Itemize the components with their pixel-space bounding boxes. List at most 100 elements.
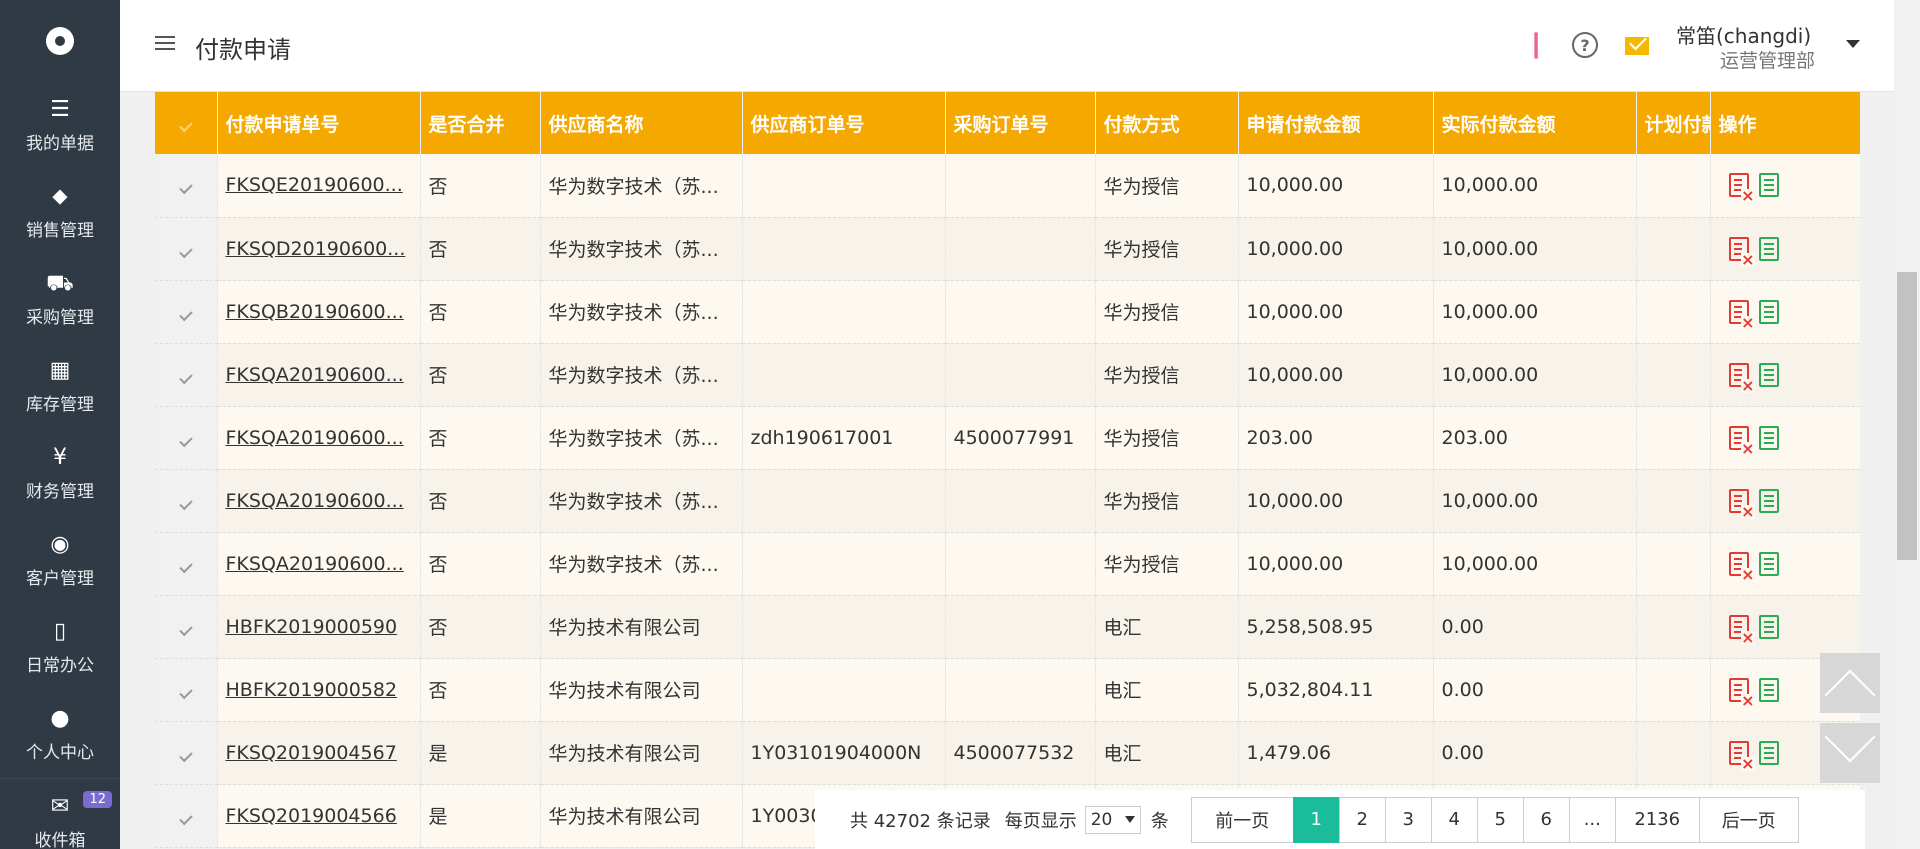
row-checkbox[interactable] (155, 343, 218, 407)
row-checkbox[interactable] (155, 217, 218, 281)
request-number-text[interactable]: FKSQA20190600... (226, 364, 404, 386)
request-number-text[interactable]: HBFK2019000590 (226, 616, 398, 638)
row-actions (1710, 595, 1860, 659)
delete-document-icon[interactable] (1728, 299, 1755, 330)
request-number-text[interactable]: FKSQB20190600... (226, 301, 404, 323)
page-button-...[interactable]: ... (1568, 796, 1615, 843)
delete-document-icon[interactable] (1728, 677, 1755, 708)
request-number-link[interactable]: FKSQA20190600... (217, 406, 421, 470)
sidebar-item-2[interactable]: ⛟ 采购管理 (0, 256, 120, 343)
delete-document-icon[interactable] (1728, 236, 1755, 267)
app-logo[interactable] (0, 0, 120, 82)
delete-document-icon[interactable] (1728, 488, 1755, 519)
row-checkbox[interactable] (155, 595, 218, 659)
row-checkbox[interactable] (155, 280, 218, 344)
page-button-6[interactable]: 6 (1522, 796, 1569, 843)
mail-icon[interactable] (1623, 32, 1651, 60)
voice-wave-icon[interactable]: ┃ (1522, 32, 1550, 60)
request-number-link[interactable]: FKSQD20190600... (217, 217, 421, 281)
request-number-text[interactable]: FKSQD20190600... (226, 238, 406, 260)
request-number-text[interactable]: HBFK2019000582 (226, 679, 398, 701)
row-checkbox[interactable] (155, 469, 218, 533)
request-number-link[interactable]: FKSQA20190600... (217, 343, 421, 407)
sidebar-item-1[interactable]: ⬥ 销售管理 (0, 169, 120, 256)
request-number-link[interactable]: HBFK2019000590 (217, 595, 421, 659)
prev-page-button[interactable]: 前一页 (1190, 796, 1293, 843)
view-document-icon[interactable] (1758, 425, 1779, 450)
view-document-icon[interactable] (1758, 551, 1779, 576)
table-row[interactable]: FKSQA20190600... 否华为数字技术（苏... 华为授信 10,000.0… (155, 532, 1860, 596)
page-button-4[interactable]: 4 (1430, 796, 1477, 843)
request-number-text[interactable]: FKSQE20190600... (226, 174, 403, 196)
table-row[interactable]: FKSQB20190600... 否华为数字技术（苏... 华为授信 10,000.0… (155, 280, 1860, 344)
delete-document-icon[interactable] (1728, 551, 1755, 582)
request-number-text[interactable]: FKSQA20190600... (226, 427, 404, 449)
sidebar-item-7[interactable]: ● 个人中心 (0, 691, 120, 778)
table-cell: 华为数字技术（苏... (540, 217, 743, 281)
delete-document-icon[interactable] (1728, 362, 1755, 393)
view-document-icon[interactable] (1758, 677, 1779, 702)
page-button-3[interactable]: 3 (1384, 796, 1431, 843)
view-document-icon[interactable] (1758, 362, 1779, 387)
scrollbar-thumb[interactable] (1897, 272, 1917, 560)
request-number-link[interactable]: FKSQ2019004566 (217, 784, 421, 848)
row-checkbox[interactable] (155, 721, 218, 785)
page-scrollbar[interactable] (1894, 0, 1920, 849)
request-number-link[interactable]: FKSQE20190600... (217, 154, 421, 218)
request-number-text[interactable]: FKSQ2019004567 (226, 742, 397, 764)
view-document-icon[interactable] (1758, 740, 1779, 765)
page-button-1[interactable]: 1 (1292, 796, 1339, 843)
scroll-to-bottom-button[interactable] (1820, 723, 1880, 783)
request-number-text[interactable]: FKSQA20190600... (226, 553, 404, 575)
table-row[interactable]: HBFK2019000590 否华为技术有限公司 电汇 5,258,508.95 0.0… (155, 595, 1860, 659)
row-checkbox[interactable] (155, 154, 218, 218)
help-icon[interactable]: ? (1572, 32, 1598, 58)
request-number-link[interactable]: FKSQB20190600... (217, 280, 421, 344)
delete-document-icon[interactable] (1728, 614, 1755, 645)
table-row[interactable]: FKSQE20190600... 否华为数字技术（苏... 华为授信 10,000.0… (155, 154, 1860, 218)
page-button-2136[interactable]: 2136 (1614, 796, 1699, 843)
user-name[interactable]: 常笛(changdi) (1676, 20, 1811, 49)
sidebar-item-5[interactable]: ◉ 客户管理 (0, 517, 120, 604)
sidebar-item-6[interactable]: ▯ 日常办公 (0, 604, 120, 691)
view-document-icon[interactable] (1758, 614, 1779, 639)
request-number-text[interactable]: FKSQ2019004566 (226, 805, 397, 827)
sidebar-item-0[interactable]: ☰ 我的单据 (0, 82, 120, 169)
view-document-icon[interactable] (1758, 236, 1779, 261)
table-row[interactable]: FKSQA20190600... 否华为数字技术（苏... 华为授信 10,000.0… (155, 469, 1860, 533)
row-checkbox[interactable] (155, 532, 218, 596)
menu-toggle-icon[interactable] (155, 36, 175, 54)
row-checkbox[interactable] (155, 658, 218, 722)
next-page-button[interactable]: 后一页 (1698, 796, 1799, 843)
delete-document-icon[interactable] (1728, 425, 1755, 456)
delete-document-icon[interactable] (1728, 173, 1755, 204)
view-document-icon[interactable] (1758, 488, 1779, 513)
delete-document-icon[interactable] (1728, 740, 1755, 771)
page-button-2[interactable]: 2 (1338, 796, 1385, 843)
user-menu-chevron-down-icon[interactable] (1846, 40, 1860, 48)
table-row[interactable]: FKSQ2019004567 是华为技术有限公司 1Y03101904000N 450… (155, 721, 1860, 785)
table-cell: 华为数字技术（苏... (540, 532, 743, 596)
table-row[interactable]: FKSQD20190600... 否华为数字技术（苏... 华为授信 10,000.0… (155, 217, 1860, 281)
table-row[interactable]: HBFK2019000582 否华为技术有限公司 电汇 5,032,804.11 0.0… (155, 658, 1860, 722)
sidebar-item-4[interactable]: ¥ 财务管理 (0, 430, 120, 517)
sidebar-item-8[interactable]: ✉ 收件箱 12 (0, 778, 120, 849)
view-document-icon[interactable] (1758, 299, 1779, 324)
request-number-link[interactable]: FKSQA20190600... (217, 469, 421, 533)
scroll-to-top-button[interactable] (1820, 653, 1880, 713)
request-number-text[interactable]: FKSQA20190600... (226, 490, 404, 512)
sidebar-item-3[interactable]: ▦ 库存管理 (0, 343, 120, 430)
table-row[interactable]: FKSQA20190600... 否华为数字技术（苏... 华为授信 10,000.0… (155, 343, 1860, 407)
view-document-icon[interactable] (1758, 173, 1779, 198)
table-cell (945, 154, 1096, 218)
page-button-5[interactable]: 5 (1476, 796, 1523, 843)
select-all-checkbox[interactable] (155, 92, 218, 154)
request-number-link[interactable]: HBFK2019000582 (217, 658, 421, 722)
request-number-link[interactable]: FKSQA20190600... (217, 532, 421, 596)
table-cell: 0.00 (1433, 658, 1637, 722)
table-row[interactable]: FKSQA20190600... 否华为数字技术（苏... zdh190617001… (155, 406, 1860, 470)
row-checkbox[interactable] (155, 406, 218, 470)
row-checkbox[interactable] (155, 784, 218, 848)
request-number-link[interactable]: FKSQ2019004567 (217, 721, 421, 785)
per-page-select[interactable]: 20 (1084, 805, 1141, 834)
